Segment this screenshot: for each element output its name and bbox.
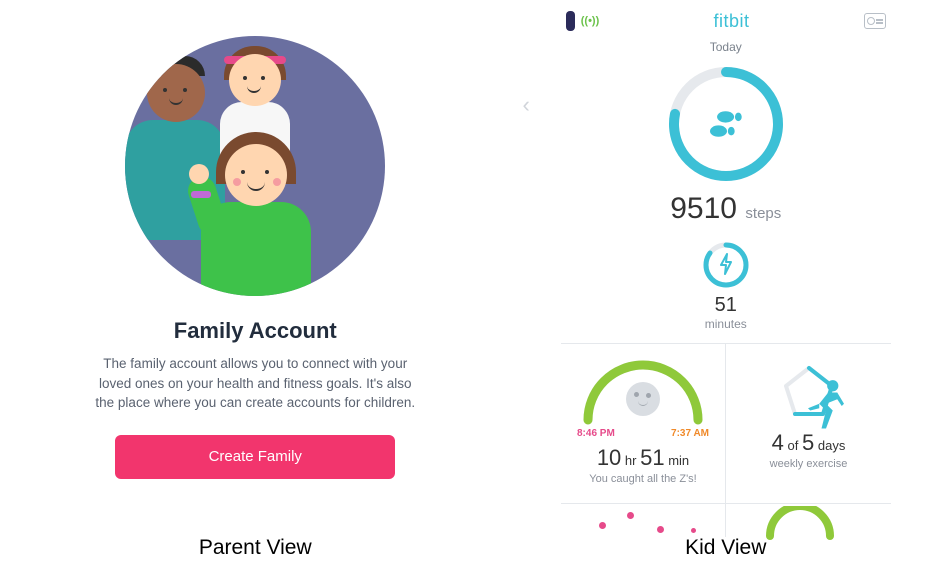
active-minutes-readout: 51 minutes: [705, 294, 747, 331]
fitbit-logo: fitbit: [714, 11, 750, 32]
kid-view-caption: Kid View: [511, 536, 941, 560]
sync-status-icon: ((•)): [581, 15, 600, 27]
steps-progress-ring[interactable]: [666, 64, 786, 184]
exercise-label: weekly exercise: [770, 458, 848, 470]
sleep-waketime: 7:37 AM: [671, 428, 709, 439]
steps-value: 9510: [670, 192, 737, 225]
bottom-tile-right[interactable]: [726, 504, 891, 537]
lightning-icon: [718, 252, 734, 281]
sleep-arc: [578, 358, 708, 428]
kid-view-panel: ((•)) fitbit Today ‹ 9510 steps: [511, 0, 941, 574]
steps-readout: 9510 steps: [670, 192, 781, 226]
family-account-title: Family Account: [174, 318, 337, 344]
sleep-bedtime: 8:46 PM: [577, 428, 615, 439]
active-minutes-label: minutes: [705, 317, 747, 331]
create-family-button[interactable]: Create Family: [115, 435, 395, 479]
tracker-device-icon[interactable]: [566, 11, 575, 31]
family-illustration: [125, 36, 385, 296]
parent-view-caption: Parent View: [0, 536, 511, 560]
kid-header: ((•)) fitbit: [566, 6, 886, 36]
family-account-description: The family account allows you to connect…: [90, 354, 420, 413]
date-label: Today: [710, 40, 742, 54]
exercise-pentagon: [782, 364, 836, 418]
exercise-tile[interactable]: 4 of 5 days weekly exercise: [726, 344, 891, 503]
active-minutes-value: 51: [715, 294, 737, 316]
sleep-message: You caught all the Z's!: [589, 473, 697, 485]
bottom-tiles-partial: [561, 503, 891, 537]
footsteps-icon: [710, 104, 744, 152]
active-minutes-ring[interactable]: [701, 240, 751, 290]
runner-icon: [799, 379, 853, 438]
sleep-tile[interactable]: 8:46 PM 7:37 AM 10 hr 51 min You caught …: [561, 344, 727, 503]
chevron-left-icon[interactable]: ‹: [523, 92, 530, 118]
parent-view-panel: Family Account The family account allows…: [0, 0, 511, 574]
bottom-tile-left[interactable]: [561, 504, 727, 537]
moon-face-icon: [626, 382, 660, 416]
sleep-duration: 10 hr 51 min: [597, 445, 689, 471]
steps-label: steps: [745, 205, 781, 222]
profile-card-icon[interactable]: [864, 13, 886, 29]
